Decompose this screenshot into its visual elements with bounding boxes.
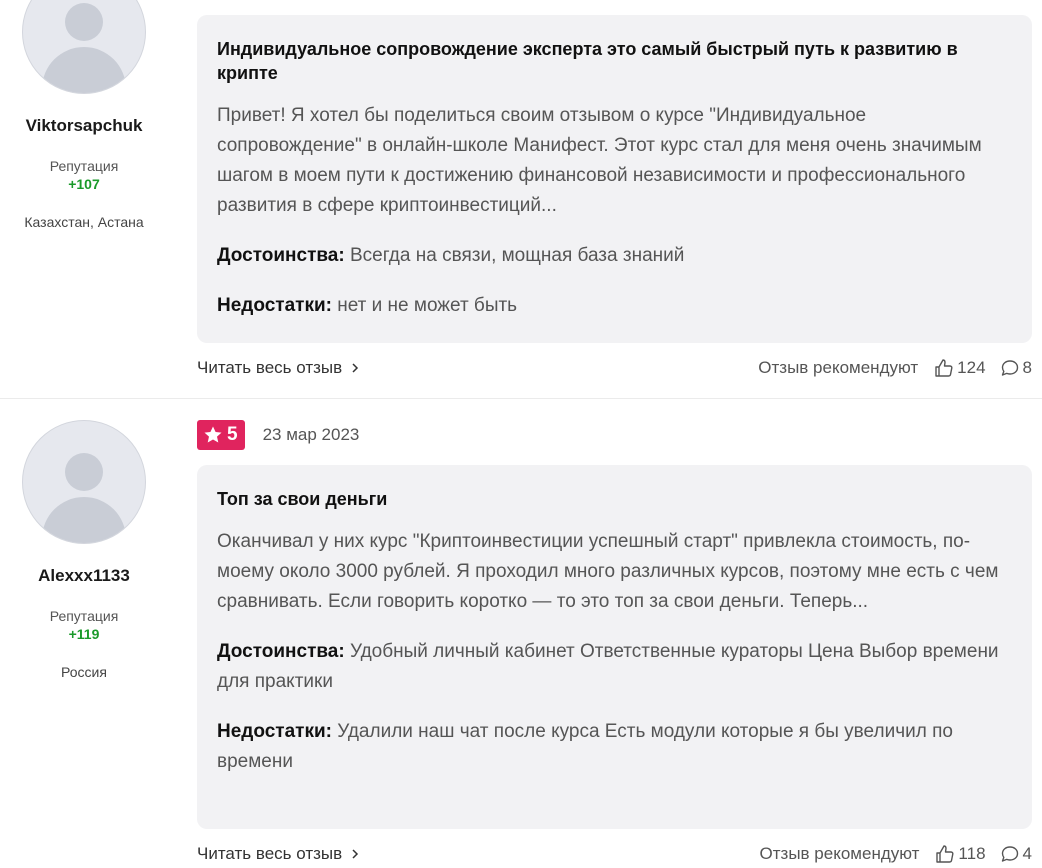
read-more-link[interactable]: Читать весь отзыв xyxy=(197,844,360,864)
comment-icon xyxy=(1001,360,1018,376)
comments-count: 4 xyxy=(1022,844,1032,863)
cons-label: Недостатки: xyxy=(217,295,332,316)
review-cons: Недостатки: нет и не может быть xyxy=(217,291,1012,321)
review-card: Индивидуальное сопровождение эксперта эт… xyxy=(197,15,1032,343)
read-more-label: Читать весь отзыв xyxy=(197,844,343,863)
review-cons: Недостатки: Удалили наш чат после курса … xyxy=(217,717,1012,777)
like-button[interactable]: 124 xyxy=(934,358,986,378)
review-card: Топ за свои деньги Оканчивал у них курс … xyxy=(197,465,1032,829)
reputation-label: Репутация xyxy=(49,608,119,624)
read-more-link[interactable]: Читать весь отзыв xyxy=(197,358,360,378)
rating-badge: 5 xyxy=(197,420,245,450)
recommend-label: Отзыв рекомендуют xyxy=(758,358,919,377)
review-author: Alexxx1133 Репутация +119 Россия xyxy=(0,420,168,680)
recommend-label: Отзыв рекомендуют xyxy=(759,844,920,863)
review-footer: Читать весь отзыв Отзыв рекомендуют 118 … xyxy=(197,842,1032,866)
review-text: Привет! Я хотел бы поделиться своим отзы… xyxy=(217,105,982,216)
read-more-label: Читать весь отзыв xyxy=(197,358,343,377)
reputation-label: Репутация xyxy=(49,158,119,174)
thumbs-up-icon xyxy=(936,845,954,863)
thumbs-up-icon xyxy=(935,359,953,377)
likes-count: 118 xyxy=(958,844,986,863)
chevron-right-icon xyxy=(352,363,359,373)
avatar-placeholder-icon[interactable] xyxy=(22,420,146,544)
star-icon xyxy=(204,426,222,443)
author-name[interactable]: Viktorsapchuk xyxy=(0,116,168,136)
cons-text: нет и не может быть xyxy=(337,295,518,316)
review-title[interactable]: Индивидуальное сопровождение эксперта эт… xyxy=(217,37,1012,85)
author-location: Казахстан, Астана xyxy=(24,214,144,230)
review-divider xyxy=(0,398,1042,399)
comment-icon xyxy=(1001,846,1018,862)
pros-text: Всегда на связи, мощная база знаний xyxy=(349,245,685,266)
reputation-value: +107 xyxy=(68,176,100,192)
review-pros: Достоинства: Всегда на связи, мощная баз… xyxy=(217,241,1012,271)
pros-label: Достоинства: xyxy=(217,641,345,662)
review-date: 23 мар 2023 xyxy=(262,425,360,444)
review-title[interactable]: Топ за свои деньги xyxy=(217,487,1012,511)
rating-value: 5 xyxy=(227,424,238,445)
cons-label: Недостатки: xyxy=(217,721,332,742)
review-pros: Достоинства: Удобный личный кабинет Отве… xyxy=(217,637,1012,697)
review-text: Оканчивал у них курс "Криптоинвестиции у… xyxy=(217,531,999,612)
chevron-right-icon xyxy=(352,849,359,859)
author-name[interactable]: Alexxx1133 xyxy=(0,566,168,586)
reputation-value: +119 xyxy=(68,626,100,642)
pros-label: Достоинства: xyxy=(217,245,345,266)
likes-count: 124 xyxy=(957,358,986,377)
comments-count: 8 xyxy=(1022,358,1032,377)
avatar-placeholder-icon[interactable] xyxy=(22,0,146,94)
review-author: Viktorsapchuk Репутация +107 Казахстан, … xyxy=(0,0,168,230)
rating-row: 5 23 мар 2023 xyxy=(197,420,359,450)
like-button[interactable]: 118 xyxy=(935,844,986,864)
comments-button[interactable]: 4 xyxy=(1000,844,1032,864)
author-location: Россия xyxy=(61,664,107,680)
comments-button[interactable]: 8 xyxy=(1000,358,1032,378)
review-footer: Читать весь отзыв Отзыв рекомендуют 124 … xyxy=(197,356,1032,380)
